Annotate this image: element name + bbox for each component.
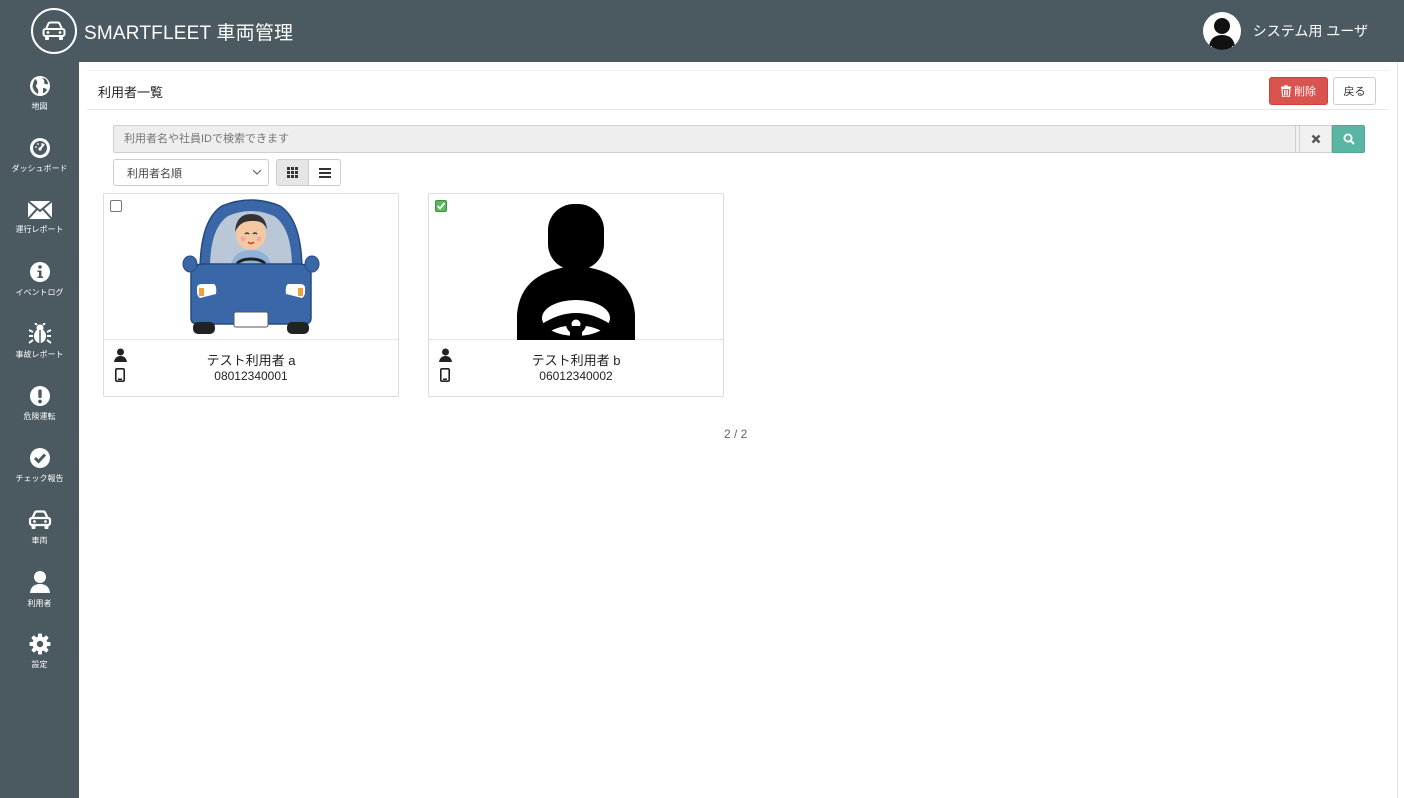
sidebar-item-label: チェック報告 <box>15 473 64 483</box>
envelope-icon <box>26 199 53 220</box>
car-logo-icon[interactable] <box>31 8 77 54</box>
user-icon <box>29 570 50 593</box>
page-header: 利用者一覧 削除 戻る <box>87 70 1389 110</box>
content-border <box>1397 62 1398 798</box>
search-icon <box>1343 133 1355 145</box>
bug-icon <box>27 322 52 344</box>
sidebar-item-dangerous-driving[interactable]: 危険運転 <box>0 372 79 434</box>
card-checkbox[interactable] <box>110 200 122 212</box>
search-button[interactable] <box>1332 125 1365 153</box>
sidebar-item-label: 設定 <box>31 659 48 669</box>
user-phone: 06012340002 <box>539 369 613 383</box>
check-circle-icon <box>29 447 50 468</box>
grid-icon <box>287 167 298 178</box>
sidebar-item-label: 車両 <box>31 535 48 545</box>
trash-icon <box>1281 85 1291 97</box>
sidebar-item-trip-report[interactable]: 運行レポート <box>0 186 79 248</box>
sidebar-item-users[interactable]: 利用者 <box>0 558 79 620</box>
sort-selected-value: 利用者名順 <box>127 167 182 180</box>
user-avatar-icon <box>1202 12 1241 50</box>
sort-select[interactable]: 利用者名順 <box>113 159 269 186</box>
delete-button[interactable]: 削除 <box>1269 77 1328 105</box>
clear-icon-wrap[interactable] <box>1299 125 1332 153</box>
user-name: テスト利用者 a <box>206 353 296 368</box>
sidebar-item-event-log[interactable]: イベントログ <box>0 248 79 310</box>
user-name: システム用 ユーザ <box>1252 23 1368 39</box>
top-bar: SMARTFLEET 車両管理 システム用 ユーザ <box>0 0 1404 62</box>
sidebar-item-accident-report[interactable]: 事故レポート <box>0 310 79 372</box>
pagination-indicator: 2 / 2 <box>724 427 748 441</box>
sidebar-item-label: ダッシュボード <box>11 163 68 173</box>
close-icon <box>1311 134 1320 144</box>
sidebar-item-label: 事故レポート <box>15 349 64 359</box>
sidebar-item-label: 運行レポート <box>15 224 64 234</box>
app-title: SMARTFLEET 車両管理 <box>84 22 294 44</box>
sidebar-item-map[interactable]: 地図 <box>0 62 79 124</box>
user-card[interactable]: テスト利用者 a 08012340001 <box>103 193 399 397</box>
sidebar-item-label: 危険運転 <box>23 411 56 421</box>
sidebar: 地図 ダッシュボード 運行レポート イベントログ 事故レポート 危険運転 チェッ… <box>0 62 79 798</box>
user-phone: 08012340001 <box>214 369 288 383</box>
grid-view-button[interactable] <box>276 159 309 186</box>
search-input[interactable] <box>113 125 1296 153</box>
globe-icon <box>29 75 50 96</box>
delete-button-label: 削除 <box>1294 86 1316 98</box>
info-icon <box>29 261 50 282</box>
dashboard-icon <box>29 137 50 158</box>
sidebar-item-label: イベントログ <box>15 287 64 297</box>
car-icon <box>28 509 51 529</box>
sidebar-item-dashboard[interactable]: ダッシュボード <box>0 124 79 186</box>
user-card[interactable]: テスト利用者 b 06012340002 <box>428 193 724 397</box>
gear-icon <box>29 633 50 654</box>
driver-in-blue-car-image <box>104 194 398 340</box>
exclamation-icon <box>29 385 50 406</box>
sidebar-item-check-report[interactable]: チェック報告 <box>0 434 79 496</box>
page-title: 利用者一覧 <box>98 85 164 100</box>
list-view-button[interactable] <box>308 159 341 186</box>
list-icon <box>318 167 331 178</box>
driver-silhouette-image <box>429 194 723 344</box>
user-menu[interactable]: システム用 ユーザ <box>1202 0 1368 62</box>
card-checkbox[interactable] <box>435 200 447 212</box>
sidebar-item-vehicles[interactable]: 車両 <box>0 496 79 558</box>
sidebar-item-settings[interactable]: 設定 <box>0 620 79 682</box>
chevron-down-icon <box>252 169 262 175</box>
sidebar-item-label: 地図 <box>31 101 48 111</box>
sidebar-item-label: 利用者 <box>27 598 52 608</box>
user-name: テスト利用者 b <box>531 353 621 368</box>
checkmark-icon <box>436 202 446 210</box>
back-button[interactable]: 戻る <box>1333 77 1376 105</box>
